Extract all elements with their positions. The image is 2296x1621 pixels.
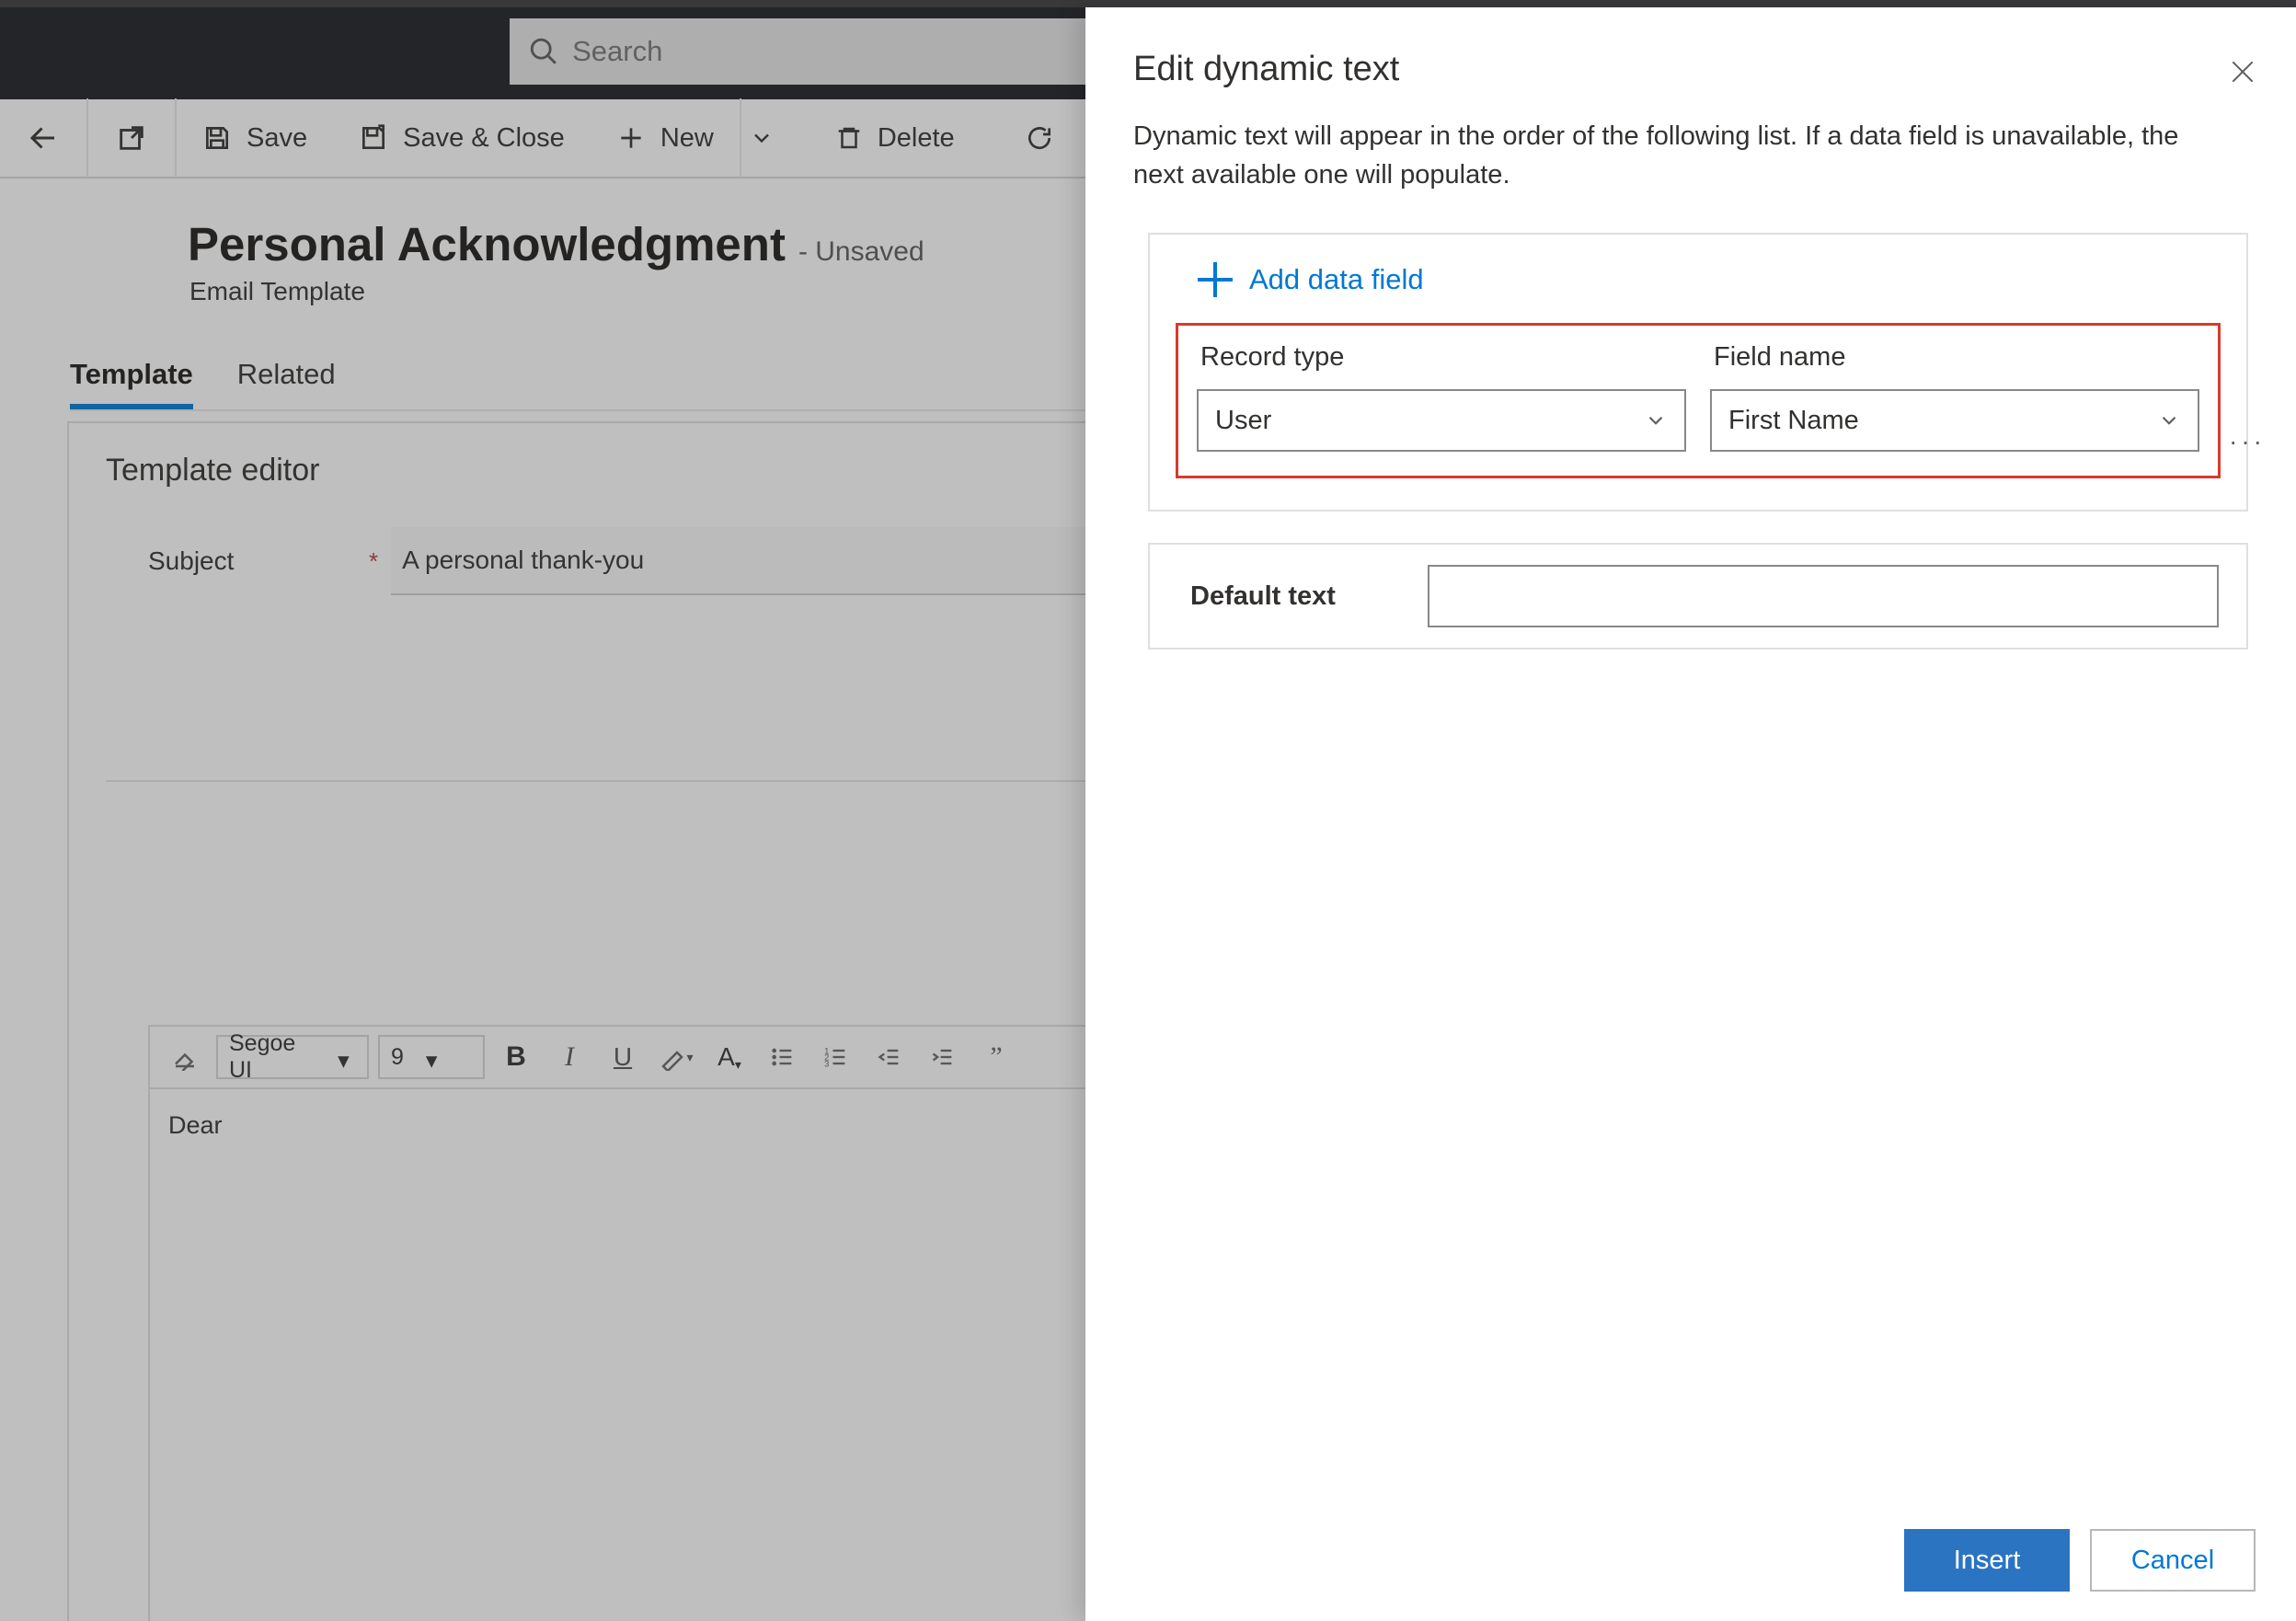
panel-title: Edit dynamic text <box>1133 50 2296 89</box>
panel-close-button[interactable] <box>2222 52 2263 92</box>
field-name-select[interactable]: First Name <box>1710 389 2199 452</box>
panel-description: Dynamic text will appear in the order of… <box>1133 117 2232 194</box>
row-more-menu[interactable]: ··· <box>2227 421 2267 462</box>
panel-footer: Insert Cancel <box>1904 1529 2256 1592</box>
close-icon <box>2228 57 2257 86</box>
default-text-card: Default text <box>1148 543 2248 650</box>
add-data-field-label: Add data field <box>1249 263 1424 296</box>
field-name-value: First Name <box>1728 406 1859 436</box>
chevron-down-icon <box>1644 408 1668 432</box>
record-type-label: Record type <box>1200 342 1686 373</box>
edit-dynamic-text-panel: Edit dynamic text Dynamic text will appe… <box>1085 7 2296 1621</box>
modal-scrim <box>0 0 1085 1621</box>
data-fields-card: Add data field Record type Field name Us… <box>1148 233 2248 512</box>
insert-button[interactable]: Insert <box>1904 1529 2070 1592</box>
cancel-button[interactable]: Cancel <box>2090 1529 2256 1592</box>
add-data-field-button[interactable]: Add data field <box>1198 262 2221 297</box>
chevron-down-icon <box>2157 408 2181 432</box>
record-type-value: User <box>1215 406 1271 436</box>
data-field-row-highlight: Record type Field name User First Name ·… <box>1176 323 2221 478</box>
plus-icon <box>1198 262 1233 297</box>
record-type-select[interactable]: User <box>1197 389 1686 452</box>
default-text-input[interactable] <box>1428 565 2219 627</box>
field-name-label: Field name <box>1714 342 2199 373</box>
default-text-label: Default text <box>1190 581 1336 612</box>
